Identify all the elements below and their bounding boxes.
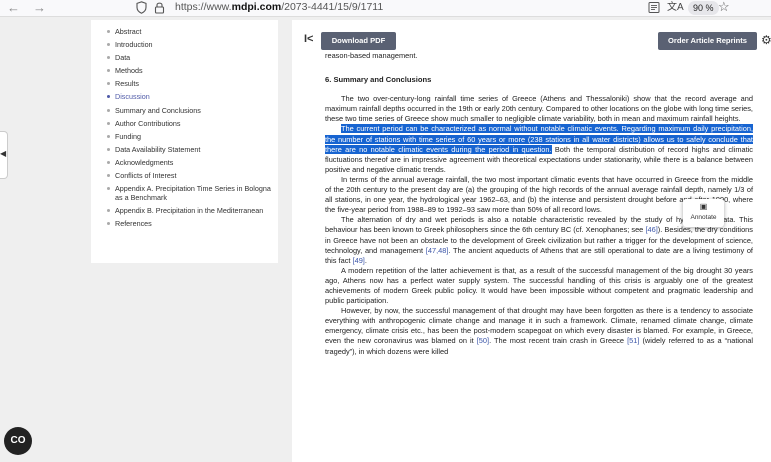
gear-icon[interactable]: ⚙ (761, 32, 771, 48)
paragraph-6: However, by now, the successful manageme… (325, 306, 753, 356)
paragraph-2: The current period can be characterized … (325, 124, 753, 174)
nav-item-conflicts[interactable]: Conflicts of Interest (91, 171, 278, 180)
browser-toolbar: ← → https://www.mdpi.com/2073-4441/15/9/… (0, 0, 771, 17)
reference-link-51[interactable]: [51] (627, 336, 639, 345)
lead-line: reason-based management. (325, 51, 418, 60)
download-pdf-button[interactable]: Download PDF (321, 32, 396, 50)
section-heading: 6. Summary and Conclusions (325, 75, 432, 85)
order-reprints-button[interactable]: Order Article Reprints (658, 32, 757, 50)
translate-icon[interactable]: 文A (667, 0, 684, 15)
nav-item-data[interactable]: Data (91, 53, 278, 62)
floating-badge[interactable]: CO (4, 427, 32, 455)
reference-link-46[interactable]: [46] (645, 225, 657, 234)
reference-link-50[interactable]: [50] (477, 336, 489, 345)
shield-icon[interactable] (136, 1, 147, 14)
nav-item-introduction[interactable]: Introduction (91, 40, 278, 49)
side-panel-toggle[interactable]: ◀ (0, 131, 8, 179)
nav-item-methods[interactable]: Methods (91, 66, 278, 75)
reference-link-47-48[interactable]: [47,48] (426, 246, 449, 255)
nav-item-data-availability[interactable]: Data Availability Statement (91, 145, 278, 154)
annotate-label: Annotate (690, 214, 717, 221)
url-prefix: https://www. (175, 1, 232, 13)
annotate-icon: ▣ (699, 202, 708, 211)
article-panel: I< Download PDF Order Article Reprints ⚙… (292, 20, 771, 462)
annotate-popup[interactable]: ▣ Annotate (683, 199, 724, 227)
nav-item-acknowledgments[interactable]: Acknowledgments (91, 158, 278, 167)
back-arrow-icon[interactable]: ← (7, 0, 20, 15)
paragraph-5: A modern repetition of the latter achiev… (325, 265, 753, 306)
nav-item-discussion[interactable]: Discussion (91, 92, 278, 101)
article-outline-nav: Abstract Introduction Data Methods Resul… (91, 20, 278, 263)
nav-item-appendix-b[interactable]: Appendix B. Precipitation in the Mediter… (91, 206, 278, 215)
nav-item-abstract[interactable]: Abstract (91, 27, 278, 36)
address-bar[interactable]: https://www.mdpi.com/2073-4441/15/9/1711 (175, 1, 383, 14)
nav-item-funding[interactable]: Funding (91, 132, 278, 141)
paragraph-4-text-d: . (364, 255, 367, 265)
reader-view-icon[interactable] (648, 1, 660, 14)
chevron-left-icon: ◀ (0, 149, 7, 158)
reference-link-49[interactable]: [49] (353, 256, 365, 265)
nav-item-results[interactable]: Results (91, 79, 278, 88)
nav-item-summary[interactable]: Summary and Conclusions (91, 106, 278, 115)
forward-arrow-icon[interactable]: → (33, 0, 46, 15)
paragraph-1: The two over-century-long rainfall time … (325, 94, 753, 124)
url-path: /2073-4441/15/9/1711 (281, 1, 384, 13)
paragraph-6-text-b: . The most recent train crash in Greece (489, 336, 628, 346)
bookmark-star-icon[interactable]: ☆ (718, 0, 730, 15)
lock-icon[interactable] (154, 1, 165, 14)
nav-item-appendix-a[interactable]: Appendix A. Precipitation Time Series in… (91, 184, 278, 202)
nav-item-references[interactable]: References (91, 219, 278, 228)
url-domain: mdpi.com (231, 1, 282, 13)
nav-item-author-contributions[interactable]: Author Contributions (91, 119, 278, 128)
collapse-sidebar-button[interactable]: I< (304, 33, 313, 45)
zoom-level-badge[interactable]: 90 % (688, 1, 719, 15)
